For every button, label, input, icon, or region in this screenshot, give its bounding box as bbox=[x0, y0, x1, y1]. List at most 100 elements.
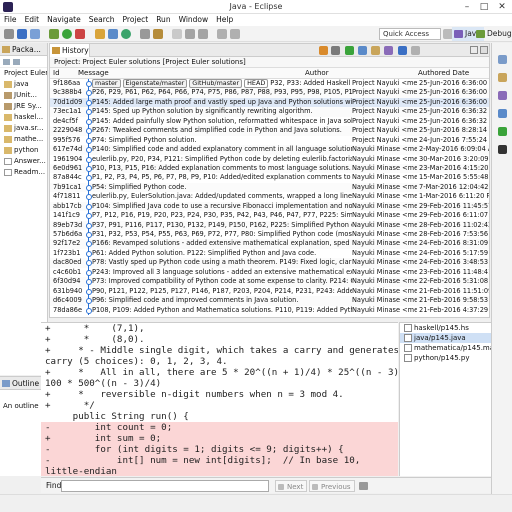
javadoc-icon[interactable] bbox=[498, 109, 507, 118]
compare-mode-icon[interactable] bbox=[331, 46, 340, 55]
forward-nav-icon[interactable] bbox=[13, 59, 20, 65]
tree-item-java-src[interactable]: java.sr... bbox=[0, 123, 47, 134]
commit-row[interactable]: 6e0d961 P10, P13, P15, P16: Added explana… bbox=[50, 163, 489, 174]
quick-access-input[interactable]: Quick Access bbox=[379, 28, 441, 40]
commit-row[interactable]: 2229048 P267: Tweaked comments and simpli… bbox=[50, 126, 489, 136]
commit-row[interactable]: 4f71811 eulerlib.py, EulerSolution.java: … bbox=[50, 192, 489, 202]
changed-file[interactable]: mathematica/p145.mathem... bbox=[400, 343, 491, 353]
tree-item-python[interactable]: python bbox=[0, 145, 47, 156]
new-class-icon[interactable] bbox=[121, 29, 131, 39]
history-tab[interactable]: History bbox=[50, 44, 90, 57]
column-id[interactable]: Id bbox=[53, 68, 60, 79]
run-icon[interactable] bbox=[62, 29, 72, 39]
next-annotation-icon[interactable] bbox=[185, 29, 195, 39]
commit-row[interactable]: 631b940 P90, P121, P122, P125, P127, P146… bbox=[50, 286, 489, 297]
changed-file[interactable]: python/p145.py bbox=[400, 353, 491, 363]
menu-edit[interactable]: Edit bbox=[21, 14, 44, 26]
column-message[interactable]: Message bbox=[78, 68, 109, 79]
show-all-branches-icon[interactable] bbox=[345, 46, 354, 55]
column-date[interactable]: Authored Date bbox=[418, 68, 469, 79]
link-selection-icon[interactable] bbox=[398, 46, 407, 55]
back-nav-icon[interactable] bbox=[3, 59, 10, 65]
commit-row[interactable]: 995f576 P74: Simplified Python solution. P… bbox=[50, 135, 489, 146]
menu-navigate[interactable]: Navigate bbox=[43, 14, 85, 26]
minimize-view-icon[interactable] bbox=[470, 46, 478, 54]
menu-search[interactable]: Search bbox=[85, 14, 119, 26]
outline-trim-icon[interactable] bbox=[498, 73, 507, 82]
commit-row[interactable]: abb17cb P104: Simplified Java code to use… bbox=[50, 201, 489, 212]
tree-item-readme[interactable]: Readm... bbox=[0, 167, 47, 178]
menu-project[interactable]: Project bbox=[119, 14, 153, 26]
commit-row[interactable]: 141f1c9 P7, P12, P16, P19, P20, P23, P24,… bbox=[50, 211, 489, 221]
changed-file[interactable]: haskell/p145.hs bbox=[400, 323, 491, 333]
close-button[interactable]: ✕ bbox=[495, 1, 509, 13]
maximize-button[interactable]: □ bbox=[477, 1, 491, 13]
commit-row[interactable]: 1961904 eulerlib.py, P20, P34, P121: Simp… bbox=[50, 154, 489, 164]
changed-file[interactable]: java/p145.java bbox=[400, 333, 491, 343]
commit-row[interactable]: c4c60b1 P243: Improved all 3 language sol… bbox=[50, 267, 489, 278]
menu-window[interactable]: Window bbox=[175, 14, 213, 26]
column-author[interactable]: Author bbox=[305, 68, 329, 79]
pin-icon[interactable] bbox=[371, 46, 380, 55]
open-type-icon[interactable] bbox=[140, 29, 150, 39]
refresh-icon[interactable] bbox=[384, 46, 393, 55]
problems-icon[interactable] bbox=[498, 91, 507, 100]
commit-row[interactable]: dac80ed P78: Vastly sped up Python code u… bbox=[50, 258, 489, 268]
tree-item-answers[interactable]: Answer... bbox=[0, 156, 47, 167]
commit-row[interactable]: de4cf5f P145: Added painfully slow Python… bbox=[50, 116, 489, 127]
tree-item-mathematica[interactable]: mathe... bbox=[0, 134, 47, 145]
menu-help[interactable]: Help bbox=[212, 14, 237, 26]
commit-row[interactable]: d6c4009 P96: Simplified code and improved… bbox=[50, 296, 489, 306]
find-options-icon[interactable] bbox=[359, 482, 368, 490]
console-icon[interactable] bbox=[498, 145, 507, 154]
new-package-icon[interactable] bbox=[108, 29, 118, 39]
view-menu-icon[interactable] bbox=[411, 46, 420, 55]
filter-icon[interactable] bbox=[358, 46, 367, 55]
package-explorer-tab[interactable]: Packa... bbox=[0, 43, 47, 56]
commit-row[interactable]: 617e74d P140: Simplified code and added e… bbox=[50, 145, 489, 155]
commit-row[interactable]: 9f186aa master Eigenstate/master GitHub/mas… bbox=[50, 79, 489, 89]
tree-item-java[interactable]: java bbox=[0, 79, 47, 90]
find-next-button[interactable]: Next bbox=[275, 480, 308, 492]
new-java-project-icon[interactable] bbox=[95, 29, 105, 39]
save-all-icon[interactable] bbox=[30, 29, 40, 39]
menu-file[interactable]: File bbox=[0, 14, 21, 26]
outline-tab[interactable]: Outline bbox=[0, 377, 47, 390]
external-tools-icon[interactable] bbox=[75, 29, 85, 39]
new-icon[interactable] bbox=[4, 29, 14, 39]
commit-row[interactable]: 9c388b4 P26, P29, P61, P62, P64, P66, P74… bbox=[50, 88, 489, 98]
commit-row[interactable]: 87a844c P1, P2, P3, P4, P5, P6, P7, P8, P… bbox=[50, 173, 489, 183]
declaration-icon[interactable] bbox=[498, 127, 507, 136]
commit-row[interactable]: 78da86e P108, P109: Added Python and Math… bbox=[50, 305, 489, 315]
toggle-mark-icon[interactable] bbox=[172, 29, 182, 39]
commit-row[interactable]: 1f723b1 P61: Added Python solution. P122:… bbox=[50, 248, 489, 259]
tree-item-jre[interactable]: JRE Sy... bbox=[0, 101, 47, 112]
perspective-debug[interactable]: Debug bbox=[474, 27, 512, 41]
find-previous-button[interactable]: Previous bbox=[309, 480, 355, 492]
minimize-button[interactable]: – bbox=[460, 1, 474, 13]
commit-row[interactable]: 70d1d09 P145: Added large math proof and … bbox=[50, 97, 489, 108]
commit-row[interactable]: 89eb73d P37, P91, P116, P117, P130, P132,… bbox=[50, 220, 489, 230]
search-icon[interactable] bbox=[153, 29, 163, 39]
tree-item-haskell[interactable]: haskel... bbox=[0, 112, 47, 123]
tree-item-project[interactable]: Project Euler s... bbox=[0, 68, 47, 79]
previous-annotation-icon[interactable] bbox=[198, 29, 208, 39]
link-editor-icon[interactable] bbox=[319, 46, 328, 55]
commit-row[interactable]: 92f17e2 P166: Revamped solutions - added … bbox=[50, 239, 489, 249]
commit-row[interactable]: 6f30d94 P73: Improved compatibility of Py… bbox=[50, 277, 489, 287]
save-icon[interactable] bbox=[17, 29, 27, 39]
debug-icon[interactable] bbox=[49, 29, 59, 39]
back-icon[interactable] bbox=[217, 29, 227, 39]
maximize-view-icon[interactable] bbox=[480, 46, 488, 54]
diff-viewer[interactable]: + * (7,1), + * (8,0). + * - Middle single … bbox=[41, 322, 398, 476]
commit-row[interactable]: 73ec1a1 P145: Sped up Python solution by … bbox=[50, 107, 489, 117]
forward-icon[interactable] bbox=[230, 29, 240, 39]
task-list-icon[interactable] bbox=[498, 55, 507, 64]
find-input[interactable] bbox=[61, 480, 269, 492]
tree-item-junit[interactable]: JUnit... bbox=[0, 90, 47, 101]
commit-graph-node bbox=[85, 116, 92, 127]
menu-run[interactable]: Run bbox=[152, 14, 174, 26]
commit-row[interactable]: 7b91ca1 P54: Simplified Python code. Nayuk… bbox=[50, 182, 489, 193]
commit-row[interactable]: 57b6d6a P31, P32, P53, P54, P55, P63, P69… bbox=[50, 230, 489, 240]
ref-tag: HEAD bbox=[244, 79, 269, 88]
